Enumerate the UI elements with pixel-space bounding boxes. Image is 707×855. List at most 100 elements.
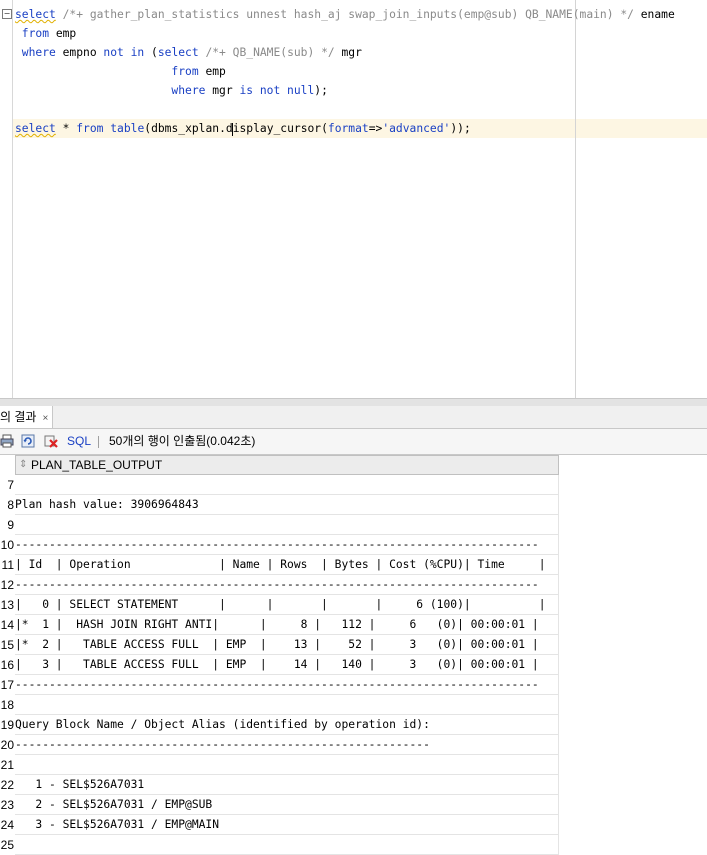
code-line[interactable]: from emp [15, 62, 226, 81]
plan-output-cell[interactable]: 2 - SEL$526A7031 / EMP@SUB [15, 795, 559, 815]
code-token: /*+ gather_plan_statistics unnest hash_a… [55, 8, 641, 21]
row-number: 7 [7, 478, 14, 492]
table-row[interactable]: 22 1 - SEL$526A7031 [0, 775, 559, 795]
sql-editor[interactable]: − select /*+ gather_plan_statistics unne… [0, 0, 707, 398]
row-number: 17 [0, 678, 14, 692]
toolbar-divider [98, 436, 99, 448]
plan-output-cell[interactable] [15, 835, 559, 855]
table-row[interactable]: 18 [0, 695, 559, 715]
tab-query-result[interactable]: 의 결과 × [0, 406, 54, 428]
plan-output-cell[interactable]: ----------------------------------------… [15, 535, 559, 555]
code-token: mgr [205, 84, 240, 97]
code-token: * [55, 122, 77, 135]
plan-output-cell[interactable]: |* 1 | HASH JOIN RIGHT ANTI| | 8 | 112 |… [15, 615, 559, 635]
plan-output-cell[interactable]: ----------------------------------------… [15, 735, 559, 755]
row-number: 16 [0, 658, 14, 672]
code-line[interactable]: select * from table(dbms_xplan.display_c… [15, 119, 471, 138]
code-token: )); [450, 122, 471, 135]
row-number: 12 [0, 578, 14, 592]
editor-gutter: − [0, 0, 13, 398]
plan-output-cell[interactable]: | Id | Operation | Name | Rows | Bytes |… [15, 555, 559, 575]
row-number: 14 [0, 618, 14, 632]
code-token: select [15, 122, 56, 135]
code-token: ); [314, 84, 328, 97]
cancel-query-icon[interactable] [44, 434, 58, 448]
table-row[interactable]: 11 | Id | Operation | Name | Rows | Bytes… [0, 555, 559, 575]
row-number: 8 [7, 498, 14, 512]
code-line[interactable]: where mgr is not null); [15, 81, 328, 100]
plan-output-cell[interactable] [15, 475, 559, 495]
row-number: 10 [0, 538, 14, 552]
fold-collapse-icon[interactable]: − [2, 9, 12, 19]
sort-icon[interactable]: ⇕ [19, 459, 27, 471]
plan-output-cell[interactable]: 1 - SEL$526A7031 [15, 775, 559, 795]
code-token: /*+ QB_NAME(sub) */ [198, 46, 342, 59]
code-token: ename [640, 8, 675, 21]
plan-output-cell[interactable]: | 0 | SELECT STATEMENT | | | | 6 (100)| … [15, 595, 559, 615]
print-icon[interactable] [0, 434, 14, 448]
code-token: ( [144, 46, 158, 59]
code-token: from [15, 65, 199, 78]
row-number: 24 [0, 818, 14, 832]
column-header-plan-table-output[interactable]: ⇕ PLAN_TABLE_OUTPUT [15, 455, 559, 475]
table-row[interactable]: 20 --------------------------------------… [0, 735, 559, 755]
close-icon[interactable]: × [42, 413, 48, 424]
table-row[interactable]: 21 [0, 755, 559, 775]
refresh-icon[interactable] [21, 434, 35, 448]
results-tab-bar: 의 결과 × [0, 406, 707, 429]
table-row[interactable]: 15 |* 2 | TABLE ACCESS FULL | EMP | 13 | … [0, 635, 559, 655]
table-row[interactable]: 8 Plan hash value: 3906964843 [0, 495, 559, 515]
plan-output-cell[interactable] [15, 695, 559, 715]
table-row[interactable]: 25 [0, 835, 559, 855]
table-row[interactable]: 14 |* 1 | HASH JOIN RIGHT ANTI| | 8 | 112… [0, 615, 559, 635]
column-header-label: PLAN_TABLE_OUTPUT [31, 458, 163, 472]
code-token: select [157, 46, 199, 59]
row-number: 18 [0, 698, 14, 712]
plan-output-cell[interactable]: 3 - SEL$526A7031 / EMP@MAIN [15, 815, 559, 835]
table-row[interactable]: 12 --------------------------------------… [0, 575, 559, 595]
sql-link[interactable]: SQL [67, 429, 91, 454]
fetch-status: 50개의 행이 인출됨(0.042초) [109, 434, 256, 448]
plan-output-cell[interactable]: ----------------------------------------… [15, 675, 559, 695]
row-number: 15 [0, 638, 14, 652]
table-row[interactable]: 23 2 - SEL$526A7031 / EMP@SUB [0, 795, 559, 815]
plan-output-cell[interactable]: | 3 | TABLE ACCESS FULL | EMP | 14 | 140… [15, 655, 559, 675]
table-row[interactable]: 7 [0, 475, 559, 495]
code-token: mgr [341, 46, 362, 59]
table-row[interactable]: 9 [0, 515, 559, 535]
code-token: select [15, 8, 56, 21]
plan-output-cell[interactable]: Plan hash value: 3906964843 [15, 495, 559, 515]
plan-output-cell[interactable]: Query Block Name / Object Alias (identif… [15, 715, 559, 735]
code-token: 'advanced' [382, 122, 451, 135]
row-number: 23 [0, 798, 14, 812]
code-token: empno [55, 46, 104, 59]
row-number: 9 [7, 518, 14, 532]
tab-query-result-label: 의 결과 [0, 410, 37, 424]
plan-output-cell[interactable]: |* 2 | TABLE ACCESS FULL | EMP | 13 | 52… [15, 635, 559, 655]
code-line[interactable]: select /*+ gather_plan_statistics unnest… [15, 5, 675, 24]
code-line[interactable]: from emp [15, 24, 76, 43]
plan-output-cell[interactable] [15, 755, 559, 775]
table-row[interactable]: 19 Query Block Name / Object Alias (ident… [0, 715, 559, 735]
table-row[interactable]: 10 --------------------------------------… [0, 535, 559, 555]
code-token: not in [103, 46, 145, 59]
code-token: (dbms_xplan.d [144, 122, 233, 135]
row-number: 25 [0, 838, 14, 852]
code-token: emp [198, 65, 226, 78]
table-row[interactable]: 17 --------------------------------------… [0, 675, 559, 695]
code-token: from [76, 122, 104, 135]
plan-output-cell[interactable] [15, 515, 559, 535]
table-row[interactable]: 24 3 - SEL$526A7031 / EMP@MAIN [0, 815, 559, 835]
plan-output-cell[interactable]: ----------------------------------------… [15, 575, 559, 595]
results-grid[interactable]: ⇕ PLAN_TABLE_OUTPUT 7 8 Plan hash value: 3… [0, 455, 707, 855]
code-token: where [15, 84, 206, 97]
table-row[interactable]: 13 | 0 | SELECT STATEMENT | | | | 6 (100)… [0, 595, 559, 615]
row-number: 19 [0, 718, 14, 732]
table-row[interactable]: 16 | 3 | TABLE ACCESS FULL | EMP | 14 | 1… [0, 655, 559, 675]
row-number: 13 [0, 598, 14, 612]
code-token: emp [49, 27, 77, 40]
row-number: 20 [0, 738, 14, 752]
row-number: 11 [1, 558, 14, 572]
code-line[interactable]: where empno not in (select /*+ QB_NAME(s… [15, 43, 362, 62]
code-token: where [15, 46, 56, 59]
